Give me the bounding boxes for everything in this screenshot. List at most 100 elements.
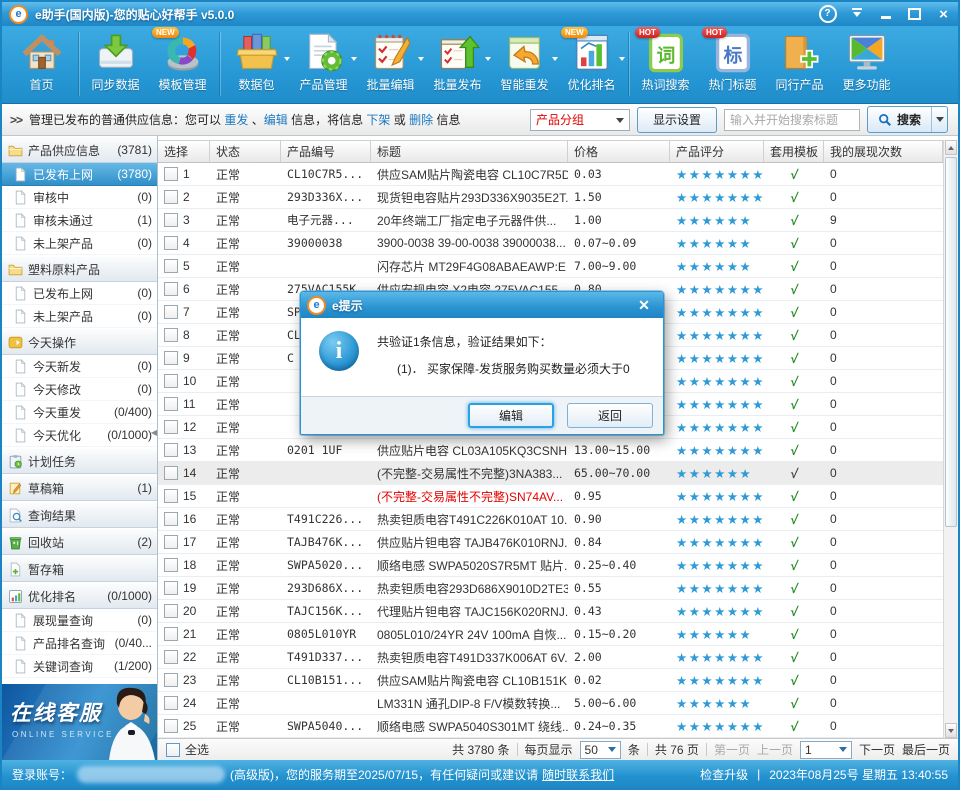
sidebar-item-keyword-query[interactable]: 关键词查询(1/200) bbox=[2, 655, 157, 678]
sidebar-item-today-resend[interactable]: 今天重发(0/400) bbox=[2, 401, 157, 424]
row-checkbox[interactable] bbox=[164, 466, 178, 480]
column-header-8[interactable]: 我的展现次数 bbox=[824, 141, 943, 162]
table-row[interactable]: 15正常(不完整-交易属性不完整)SN74AV...0.95★★★★★★★√0 bbox=[158, 485, 943, 508]
table-row[interactable]: 3正常电子元器...20年终端工厂指定电子元器件供...1.00★★★★★★√9 bbox=[158, 209, 943, 232]
sidebar-header-today-operations[interactable]: 今天操作 bbox=[2, 329, 157, 355]
sidebar-item-review-failed[interactable]: 审核未通过(1) bbox=[2, 209, 157, 232]
sidebar-item-today-new[interactable]: 今天新发(0) bbox=[2, 355, 157, 378]
table-row[interactable]: 5正常闪存芯片 MT29F4G08ABAEAWP:E T...7.00~9.00… bbox=[158, 255, 943, 278]
sidebar-item-plastic-published[interactable]: 已发布上网(0) bbox=[2, 282, 157, 305]
dialog-title-bar[interactable]: e e提示 ✕ bbox=[301, 292, 663, 318]
sidebar-header-product-supply-info[interactable]: 产品供应信息(3781) bbox=[2, 137, 157, 163]
column-header-1[interactable]: 选择 bbox=[158, 141, 210, 162]
toolbar-edit[interactable]: 批量编辑 bbox=[357, 29, 424, 99]
sidebar-header-optimize-rank[interactable]: 优化排名(0/1000) bbox=[2, 583, 157, 609]
table-row[interactable]: 23正常CL10B151...供应SAM贴片陶瓷电容 CL10B151K...0… bbox=[158, 669, 943, 692]
sidebar-item-today-modified[interactable]: 今天修改(0) bbox=[2, 378, 157, 401]
scroll-down-button[interactable] bbox=[945, 723, 957, 738]
edit-button[interactable]: 编辑 bbox=[468, 403, 554, 428]
toolbar-more[interactable]: 更多功能 bbox=[833, 29, 900, 99]
row-checkbox[interactable] bbox=[164, 696, 178, 710]
dialog-close-button[interactable]: ✕ bbox=[631, 296, 657, 314]
row-checkbox[interactable] bbox=[164, 305, 178, 319]
table-row[interactable]: 21正常0805L010YR0805L010/24YR 24V 100mA 自恢… bbox=[158, 623, 943, 646]
row-checkbox[interactable] bbox=[164, 719, 178, 733]
row-checkbox[interactable] bbox=[164, 650, 178, 664]
table-row[interactable]: 2正常293D336X...现货钽电容贴片293D336X9035E2T...1… bbox=[158, 186, 943, 209]
toolbar-optimize[interactable]: NEW优化排名 bbox=[558, 29, 625, 99]
row-checkbox[interactable] bbox=[164, 558, 178, 572]
column-header-4[interactable]: 标题 bbox=[371, 141, 568, 162]
row-checkbox[interactable] bbox=[164, 351, 178, 365]
scroll-up-button[interactable] bbox=[945, 140, 957, 155]
row-checkbox[interactable] bbox=[164, 328, 178, 342]
column-header-7[interactable]: 套用模板 bbox=[764, 141, 824, 162]
row-checkbox[interactable] bbox=[164, 259, 178, 273]
infobar-link[interactable]: 下架 bbox=[366, 113, 390, 127]
sidebar-header-plan-tasks[interactable]: 计划任务 bbox=[2, 448, 157, 474]
search-dropdown-button[interactable] bbox=[931, 107, 947, 132]
last-page-button[interactable]: 最后一页 bbox=[902, 741, 950, 758]
display-settings-button[interactable]: 显示设置 bbox=[637, 107, 717, 133]
infobar-link[interactable]: 删除 bbox=[409, 113, 433, 127]
sidebar-header-plastic-material[interactable]: 塑料原料产品 bbox=[2, 256, 157, 282]
column-header-2[interactable]: 状态 bbox=[210, 141, 281, 162]
prev-page-button[interactable]: 上一页 bbox=[757, 741, 793, 758]
select-all[interactable]: 全选 bbox=[166, 741, 209, 758]
toolbar-product[interactable]: 产品管理 bbox=[290, 29, 357, 99]
toolbar-peer[interactable]: 同行产品 bbox=[766, 29, 833, 99]
sidebar-item-today-optimize[interactable]: 今天优化(0/1000) bbox=[2, 424, 157, 447]
toolbar-template[interactable]: NEW模板管理 bbox=[149, 29, 216, 99]
table-row[interactable]: 13正常0201 1UF供应贴片电容 CL03A105KQ3CSNH ...13… bbox=[158, 439, 943, 462]
sidebar-item-under-review[interactable]: 审核中(0) bbox=[2, 186, 157, 209]
row-checkbox[interactable] bbox=[164, 213, 178, 227]
row-checkbox[interactable] bbox=[164, 535, 178, 549]
row-checkbox[interactable] bbox=[164, 443, 178, 457]
table-row[interactable]: 4正常390000383900-0038 39-00-0038 39000038… bbox=[158, 232, 943, 255]
infobar-link[interactable]: 重发 bbox=[224, 113, 248, 127]
sidebar-header-query-results[interactable]: 查询结果 bbox=[2, 502, 157, 528]
next-page-button[interactable]: 下一页 bbox=[859, 741, 895, 758]
back-button[interactable]: 返回 bbox=[567, 403, 653, 428]
row-checkbox[interactable] bbox=[164, 374, 178, 388]
row-checkbox[interactable] bbox=[164, 190, 178, 204]
column-header-5[interactable]: 价格 bbox=[568, 141, 670, 162]
check-update-link[interactable]: 检查升级 bbox=[700, 766, 748, 783]
select-all-checkbox[interactable] bbox=[166, 743, 180, 757]
row-checkbox[interactable] bbox=[164, 673, 178, 687]
first-page-button[interactable]: 第一页 bbox=[714, 741, 750, 758]
sidebar-collapse-handle[interactable]: ◀ bbox=[151, 428, 157, 437]
column-header-6[interactable]: 产品评分 bbox=[670, 141, 764, 162]
row-checkbox[interactable] bbox=[164, 420, 178, 434]
table-row[interactable]: 25正常SWPA5040...顺络电感 SWPA5040S301MT 绕线...… bbox=[158, 715, 943, 738]
toolbar-package[interactable]: 数据包 bbox=[223, 29, 290, 99]
table-row[interactable]: 16正常T491C226...热卖钽质电容T491C226K010AT 10..… bbox=[158, 508, 943, 531]
row-checkbox[interactable] bbox=[164, 627, 178, 641]
search-input[interactable] bbox=[724, 109, 860, 131]
row-checkbox[interactable] bbox=[164, 397, 178, 411]
online-service-banner[interactable]: 在线客服 ONLINE SERVICE bbox=[2, 684, 157, 760]
row-checkbox[interactable] bbox=[164, 489, 178, 503]
table-row[interactable]: 1正常CL10C7R5...供应SAM贴片陶瓷电容 CL10C7R5D...0.… bbox=[158, 163, 943, 186]
row-checkbox[interactable] bbox=[164, 282, 178, 296]
table-row[interactable]: 18正常SWPA5020...顺络电感 SWPA5020S7R5MT 贴片...… bbox=[158, 554, 943, 577]
sidebar-item-plastic-not-listed[interactable]: 未上架产品(0) bbox=[2, 305, 157, 328]
table-row[interactable]: 24正常LM331N 通孔DIP-8 F/V模数转换...5.00~6.00★★… bbox=[158, 692, 943, 715]
contact-us-link[interactable]: 随时联系我们 bbox=[542, 766, 614, 783]
sidebar-header-draft-box[interactable]: 草稿箱(1) bbox=[2, 475, 157, 501]
search-button[interactable]: 搜索 bbox=[867, 106, 948, 133]
row-checkbox[interactable] bbox=[164, 167, 178, 181]
page-number-select[interactable]: 1 bbox=[800, 741, 852, 759]
toolbar-hottitle[interactable]: 标HOT热门标题 bbox=[699, 29, 766, 99]
minimize-button[interactable] bbox=[871, 2, 900, 26]
per-page-select[interactable]: 50 bbox=[580, 741, 621, 759]
sidebar-item-published-online[interactable]: 已发布上网(3780) bbox=[2, 163, 157, 186]
row-checkbox[interactable] bbox=[164, 581, 178, 595]
toolbar-home[interactable]: 首页 bbox=[8, 29, 75, 99]
sidebar-item-impression-query[interactable]: 展现量查询(0) bbox=[2, 609, 157, 632]
sidebar-header-temp-box[interactable]: 暂存箱 bbox=[2, 556, 157, 582]
table-row[interactable]: 19正常293D686X...热卖钽质电容293D686X9010D2TE3..… bbox=[158, 577, 943, 600]
toolbar-resend[interactable]: 智能重发 bbox=[491, 29, 558, 99]
product-group-select[interactable]: 产品分组 bbox=[530, 109, 630, 131]
infobar-link[interactable]: 编辑 bbox=[264, 113, 288, 127]
